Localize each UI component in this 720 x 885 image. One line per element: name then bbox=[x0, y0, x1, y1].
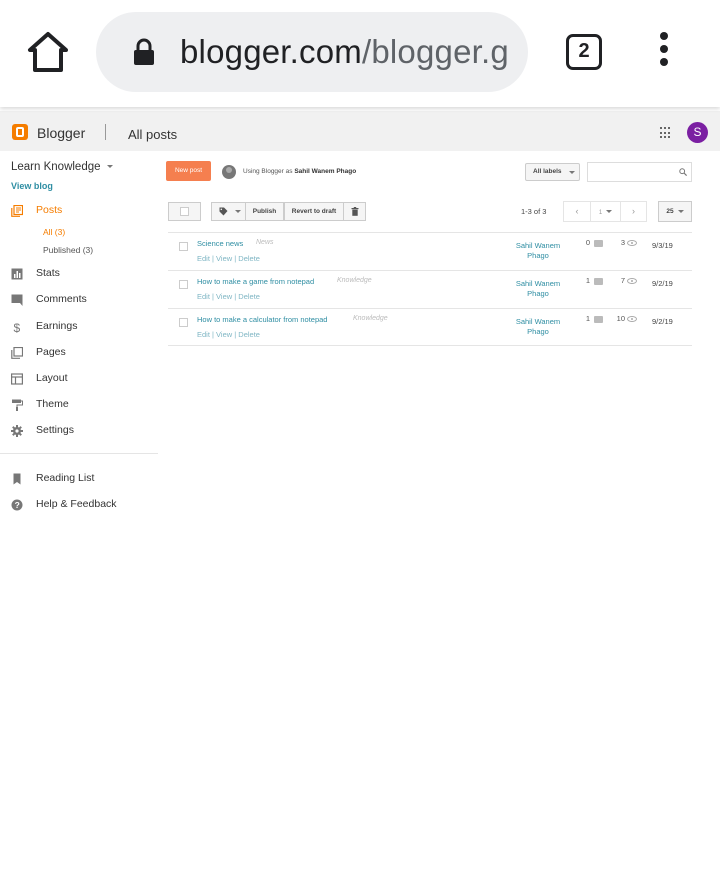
chevron-down-icon bbox=[606, 210, 613, 214]
home-icon[interactable] bbox=[24, 30, 72, 74]
post-date: 9/3/19 bbox=[652, 241, 673, 250]
comment-icon bbox=[594, 240, 603, 247]
post-label[interactable]: Knowledge bbox=[337, 277, 372, 284]
new-post-button[interactable]: New post bbox=[166, 161, 211, 181]
view-count: 10 bbox=[616, 314, 625, 323]
post-title-link[interactable]: How to make a calculator from notepad bbox=[197, 315, 327, 324]
publish-button[interactable]: Publish bbox=[245, 202, 284, 221]
select-all-checkbox[interactable] bbox=[168, 202, 201, 221]
layout-icon bbox=[11, 373, 23, 385]
header-divider bbox=[105, 124, 106, 140]
post-label[interactable]: News bbox=[256, 239, 274, 246]
sidebar-item-label: Stats bbox=[36, 267, 60, 279]
sidebar-item-label: Theme bbox=[36, 398, 69, 410]
row-checkbox[interactable] bbox=[179, 318, 188, 327]
view-count: 7 bbox=[620, 276, 625, 285]
revert-to-draft-button[interactable]: Revert to draft bbox=[284, 202, 344, 221]
sidebar-subitem-all[interactable]: All (3) bbox=[43, 227, 65, 237]
post-date: 9/2/19 bbox=[652, 279, 673, 288]
post-title-link[interactable]: Science news bbox=[197, 239, 243, 248]
sidebar-subitem-published[interactable]: Published (3) bbox=[43, 245, 93, 255]
post-actions[interactable]: Edit | View | Delete bbox=[197, 254, 260, 263]
comment-icon bbox=[594, 316, 603, 323]
sidebar-item-label: Pages bbox=[36, 346, 66, 358]
labels-dropdown[interactable]: All labels bbox=[525, 163, 580, 181]
tag-icon bbox=[219, 207, 228, 216]
post-author[interactable]: Sahil Wanem Phago bbox=[510, 241, 566, 261]
view-count: 3 bbox=[620, 238, 625, 247]
page-select[interactable]: 1 bbox=[590, 201, 621, 222]
gear-icon bbox=[11, 425, 23, 437]
chevron-down-icon bbox=[235, 210, 241, 213]
pagination-range: 1-3 of 3 bbox=[521, 207, 547, 216]
next-page-button[interactable]: › bbox=[620, 201, 647, 222]
trash-icon bbox=[351, 207, 359, 216]
sidebar-item-label: Help & Feedback bbox=[36, 498, 117, 510]
row-divider bbox=[168, 345, 692, 346]
tab-switcher-button[interactable]: 2 bbox=[566, 34, 602, 70]
eye-icon bbox=[627, 316, 637, 322]
post-date: 9/2/19 bbox=[652, 317, 673, 326]
svg-text:?: ? bbox=[15, 500, 20, 510]
delete-button[interactable] bbox=[343, 202, 366, 221]
chevron-down-icon bbox=[677, 209, 684, 213]
bookmark-icon bbox=[13, 473, 21, 485]
post-title-link[interactable]: How to make a game from notepad bbox=[197, 277, 314, 286]
prev-page-button[interactable]: ‹ bbox=[563, 201, 591, 222]
sidebar-item-label: Posts bbox=[36, 204, 63, 216]
row-checkbox[interactable] bbox=[179, 242, 188, 251]
sidebar-item-label: Settings bbox=[36, 424, 74, 436]
help-icon: ? bbox=[11, 499, 23, 511]
url-text: blogger.com/blogger.g bbox=[180, 33, 509, 70]
comment-count: 1 bbox=[585, 276, 590, 285]
post-actions[interactable]: Edit | View | Delete bbox=[197, 292, 260, 301]
comment-count: 1 bbox=[585, 314, 590, 323]
eye-icon bbox=[627, 278, 637, 284]
dollar-icon: $ bbox=[14, 321, 21, 333]
search-input[interactable] bbox=[587, 162, 692, 182]
view-blog-link[interactable]: View blog bbox=[11, 181, 53, 191]
sidebar-item-label: Reading List bbox=[36, 472, 95, 484]
post-actions[interactable]: Edit | View | Delete bbox=[197, 330, 260, 339]
chevron-down-icon bbox=[106, 165, 113, 169]
post-author[interactable]: Sahil Wanem Phago bbox=[510, 317, 566, 337]
stats-icon bbox=[11, 268, 23, 280]
eye-icon bbox=[627, 240, 637, 246]
address-bar[interactable]: blogger.com/blogger.g bbox=[96, 12, 528, 92]
posts-icon bbox=[11, 205, 23, 217]
blog-selector[interactable]: Learn Knowledge bbox=[11, 161, 113, 173]
comment-icon bbox=[11, 294, 23, 306]
row-divider bbox=[168, 270, 692, 271]
avatar[interactable]: S bbox=[687, 122, 708, 143]
lock-icon bbox=[134, 38, 154, 65]
browser-toolbar: blogger.com/blogger.g 2 bbox=[0, 0, 720, 107]
svg-text:$: $ bbox=[14, 321, 21, 333]
using-as-text: Using Blogger as Sahil Wanem Phago bbox=[243, 168, 357, 175]
pages-icon bbox=[11, 347, 23, 359]
row-checkbox[interactable] bbox=[179, 280, 188, 289]
post-label[interactable]: Knowledge bbox=[353, 315, 388, 322]
more-menu-icon[interactable] bbox=[654, 32, 674, 72]
label-tag-button[interactable] bbox=[211, 202, 246, 221]
apps-grid-icon[interactable] bbox=[660, 127, 672, 139]
brand-name[interactable]: Blogger bbox=[37, 125, 85, 141]
search-icon bbox=[679, 168, 687, 176]
chevron-down-icon bbox=[569, 171, 575, 174]
page-title: All posts bbox=[128, 127, 178, 142]
comment-count: 0 bbox=[585, 238, 590, 247]
sidebar-item-label: Layout bbox=[36, 372, 68, 384]
blogger-logo-icon[interactable] bbox=[12, 124, 28, 140]
post-author[interactable]: Sahil Wanem Phago bbox=[510, 279, 566, 299]
comment-icon bbox=[594, 278, 603, 285]
paint-roller-icon bbox=[12, 399, 23, 411]
row-divider bbox=[168, 308, 692, 309]
blogger-header: Blogger All posts S bbox=[0, 111, 720, 151]
per-page-select[interactable]: 25 bbox=[658, 201, 692, 222]
user-avatar bbox=[222, 165, 236, 179]
row-divider bbox=[168, 232, 692, 233]
sidebar-item-label: Comments bbox=[36, 293, 87, 305]
blogger-page: Blogger All posts S Learn Knowledge View… bbox=[0, 107, 720, 885]
sidebar-item-label: Earnings bbox=[36, 320, 78, 332]
sidebar-divider bbox=[0, 453, 158, 454]
